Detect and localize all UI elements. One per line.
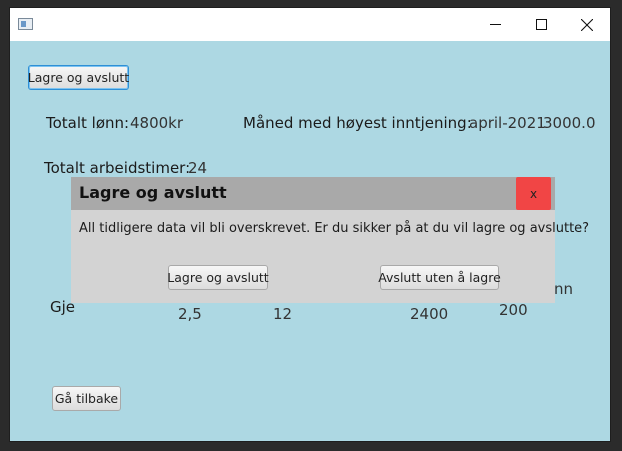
top-month-label: Måned med høyest inntjening:	[243, 114, 472, 132]
app-icon	[18, 18, 33, 30]
title-bar	[10, 8, 610, 41]
total-pay-label: Totalt lønn:	[46, 114, 130, 132]
dialog-message: All tidligere data vil bli overskrevet. …	[79, 221, 590, 236]
top-month-value: april-2021	[469, 114, 546, 132]
dialog-close-button[interactable]: x	[516, 177, 551, 210]
minimize-icon[interactable]	[472, 8, 518, 41]
dialog-header: Lagre og avslutt x	[71, 177, 555, 210]
save-and-exit-button[interactable]: Lagre og avslutt	[28, 65, 129, 90]
back-button[interactable]: Gå tilbake	[52, 386, 121, 411]
total-hours-value: 24	[188, 159, 208, 177]
close-window-icon[interactable]	[564, 8, 610, 41]
app-window: Lagre og avslutt Totalt lønn: 4800kr Mån…	[10, 8, 610, 441]
row-value-rate: 200	[499, 301, 528, 319]
dialog-exit-without-saving-button[interactable]: Avslutt uten å lagre	[378, 265, 501, 290]
column-header-partial: nn	[554, 280, 574, 298]
total-hours-label: Totalt arbeidstimer:	[44, 159, 191, 177]
main-content: Lagre og avslutt Totalt lønn: 4800kr Mån…	[10, 41, 610, 441]
row-value-hours: 2,5	[178, 305, 202, 323]
dialog-save-and-exit-button[interactable]: Lagre og avslutt	[167, 265, 269, 290]
maximize-icon[interactable]	[518, 8, 564, 41]
row-value-pay: 2400	[410, 305, 449, 323]
top-month-amount: 3000.0	[543, 114, 596, 132]
confirm-dialog: Lagre og avslutt x All tidligere data vi…	[71, 177, 589, 303]
total-pay-value: 4800kr	[130, 114, 184, 132]
dialog-title: Lagre og avslutt	[79, 183, 227, 202]
row-value-count: 12	[273, 305, 293, 323]
